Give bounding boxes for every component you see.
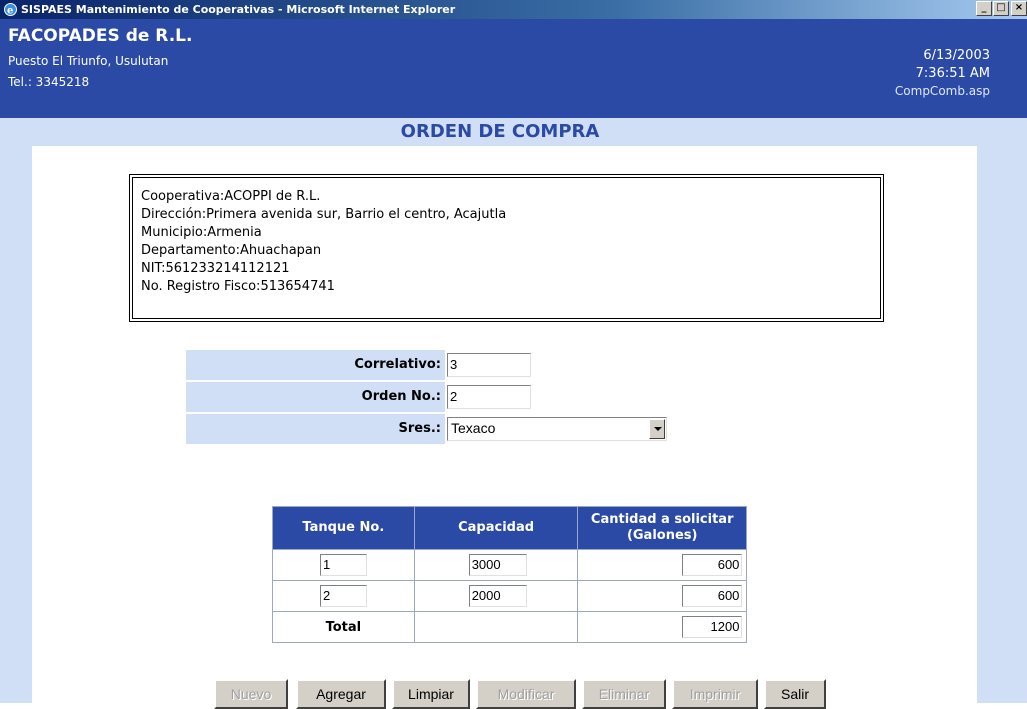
content-panel: Cooperativa:ACOPPI de R.L. Dirección:Pri… [32,146,977,709]
tanque-input[interactable]: 2 [320,585,367,607]
cooperative-info-box: Cooperativa:ACOPPI de R.L. Dirección:Pri… [129,174,884,322]
orden-input[interactable]: 2 [447,385,531,409]
tank-table: Tanque No. Capacidad Cantidad a solicita… [272,506,747,643]
header-time: 7:36:51 AM [915,66,990,81]
sres-label: Sres.: [186,414,445,444]
header-cantidad: Cantidad a solicitar (Galones) [577,506,747,550]
header-tanque: Tanque No. [272,506,415,550]
orden-label: Orden No.: [186,382,445,412]
tanque-input[interactable]: 1 [320,554,367,576]
total-input[interactable]: 1200 [682,616,743,638]
sres-select[interactable]: Texaco [447,417,667,441]
minimize-button[interactable]: _ [976,1,992,16]
internet-explorer-icon: e [4,3,17,17]
capacidad-input[interactable]: 3000 [468,554,527,576]
total-empty-cell [413,611,579,643]
info-departamento: Departamento:Ahuachapan [141,243,322,258]
eliminar-button[interactable]: Eliminar [582,679,666,709]
correlativo-label: Correlativo: [186,350,445,380]
imprimir-button[interactable]: Imprimir [672,679,758,709]
header-capacidad: Capacidad [413,506,579,550]
correlativo-input[interactable]: 3 [447,353,531,377]
salir-button[interactable]: Salir [764,679,826,709]
cooperative-info: Cooperativa:ACOPPI de R.L. Dirección:Pri… [132,177,881,319]
window-title: SISPAES Mantenimiento de Cooperativas - … [21,3,456,16]
organization-phone: Tel.: 3345218 [8,75,90,89]
capacidad-input[interactable]: 2000 [468,585,527,607]
main-frame: ORDEN DE COMPRA Cooperativa:ACOPPI de R.… [0,118,1027,709]
info-municipio: Municipio:Armenia [141,225,262,240]
info-registro-fisco: No. Registro Fisco:513654741 [141,279,335,294]
info-cooperativa: Cooperativa:ACOPPI de R.L. [141,189,321,204]
table-row: 2 2000 600 [272,580,747,612]
nuevo-button[interactable]: Nuevo [214,679,288,709]
header-page-name: CompComb.asp [894,84,990,98]
modificar-button[interactable]: Modificar [476,679,576,709]
dropdown-arrow-icon[interactable] [649,419,665,439]
page-header: FACOPADES de R.L. Puesto El Triunfo, Usu… [0,19,1027,118]
header-date: 6/13/2003 [923,48,990,63]
organization-name: FACOPADES de R.L. [8,26,193,46]
info-direccion: Dirección:Primera avenida sur, Barrio el… [141,207,507,222]
total-label: Total [272,611,415,643]
maximize-button[interactable]: □ [993,1,1009,16]
section-title: ORDEN DE COMPRA [400,121,600,142]
sres-selected-value: Texaco [451,420,496,436]
cantidad-input[interactable]: 600 [682,585,743,607]
limpiar-button[interactable]: Limpiar [392,679,470,709]
organization-address: Puesto El Triunfo, Usulutan [8,54,169,68]
close-button[interactable]: × [1011,1,1027,16]
svg-text:e: e [7,6,13,17]
info-nit: NIT:561233214112121 [141,261,290,276]
window-titlebar[interactable]: e SISPAES Mantenimiento de Cooperativas … [0,0,1027,19]
agregar-button[interactable]: Agregar [296,679,386,709]
total-row: Total 1200 [272,611,747,643]
table-row: 1 3000 600 [272,549,747,581]
cantidad-input[interactable]: 600 [682,554,743,576]
